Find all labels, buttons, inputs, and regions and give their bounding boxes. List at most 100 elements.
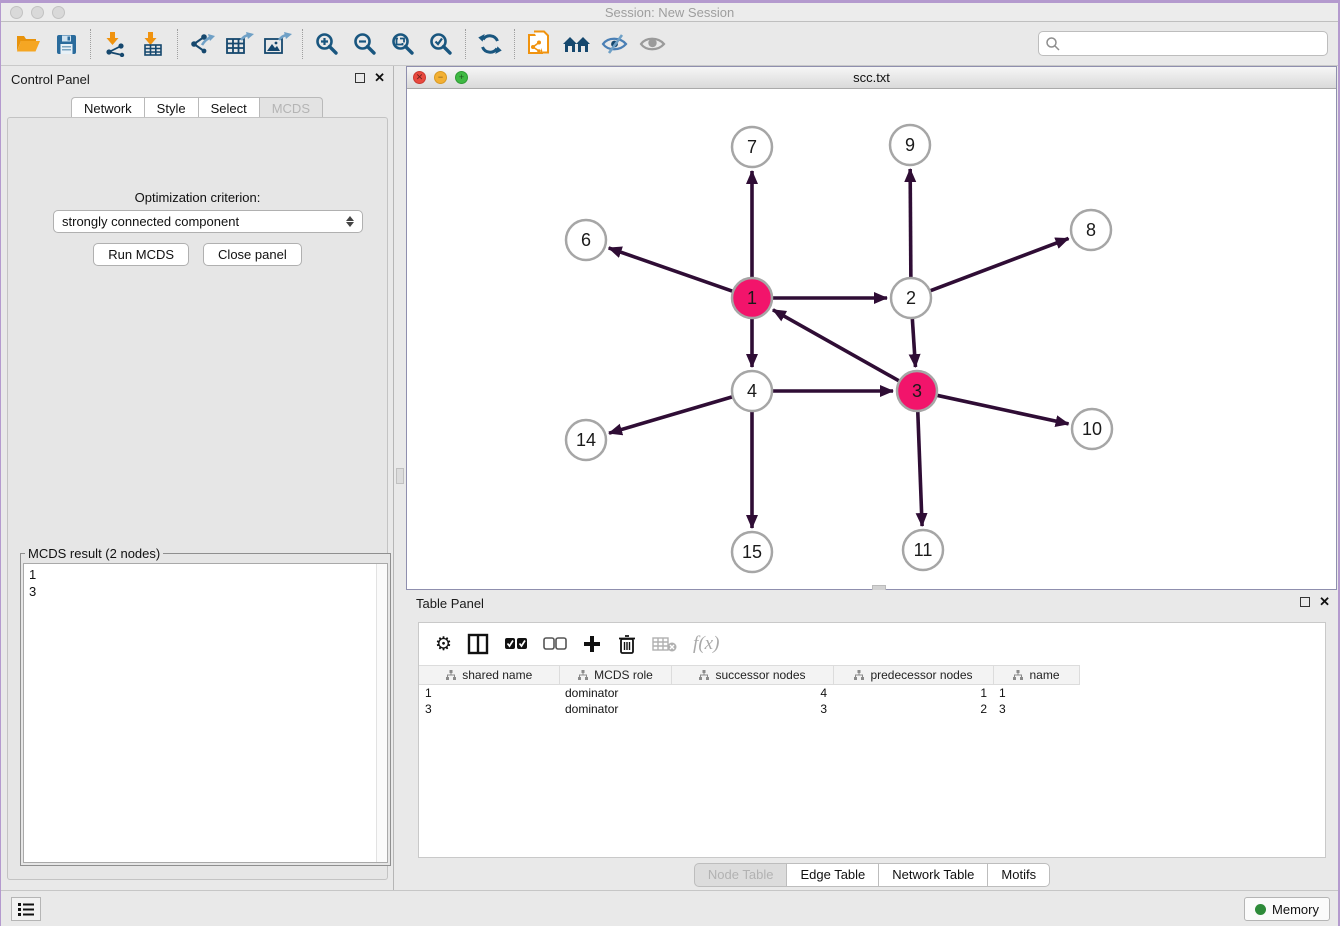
import-table-icon bbox=[140, 31, 166, 57]
splitter-grip[interactable] bbox=[396, 468, 404, 484]
node-2[interactable]: 2 bbox=[891, 278, 931, 318]
column-header-predecessor-nodes[interactable]: predecessor nodes bbox=[833, 666, 993, 685]
table-panel: Table Panel ✕ ⚙ bbox=[406, 590, 1338, 890]
node-14[interactable]: 14 bbox=[566, 420, 606, 460]
network-view-window: ✕ − + scc.txt 7 9 6 8 1 2 4 3 14 10 15 11 bbox=[406, 66, 1337, 590]
search-field[interactable] bbox=[1038, 31, 1328, 56]
unchecked-boxes-icon bbox=[543, 637, 567, 651]
node-6[interactable]: 6 bbox=[566, 220, 606, 260]
node-3[interactable]: 3 bbox=[897, 371, 937, 411]
table-tab-network-table[interactable]: Network Table bbox=[878, 863, 987, 887]
open-session-button[interactable] bbox=[9, 28, 47, 60]
svg-text:11: 11 bbox=[914, 540, 933, 560]
column-header-successor-nodes[interactable]: successor nodes bbox=[671, 666, 833, 685]
result-scrollbar[interactable] bbox=[376, 564, 387, 862]
svg-text:6: 6 bbox=[581, 230, 591, 250]
edge-3-10[interactable] bbox=[935, 395, 1069, 424]
node-7[interactable]: 7 bbox=[732, 127, 772, 167]
network-window-titlebar[interactable]: ✕ − + scc.txt bbox=[407, 67, 1336, 89]
zoom-in-button[interactable] bbox=[308, 28, 346, 60]
application-window: Session: New Session bbox=[1, 3, 1338, 926]
table-cell[interactable]: dominator bbox=[559, 685, 671, 701]
column-header-shared-name[interactable]: shared name bbox=[419, 666, 559, 685]
delete-table-button[interactable] bbox=[652, 635, 678, 653]
edge-2-9[interactable] bbox=[910, 169, 911, 280]
close-panel-icon[interactable]: ✕ bbox=[1319, 597, 1330, 607]
delete-column-button[interactable] bbox=[617, 633, 637, 655]
node-8[interactable]: 8 bbox=[1071, 210, 1111, 250]
export-network-button[interactable] bbox=[183, 28, 221, 60]
column-header-MCDS-role[interactable]: MCDS role bbox=[559, 666, 671, 685]
table-cell[interactable]: 1 bbox=[419, 685, 559, 701]
table-cell[interactable]: 1 bbox=[993, 685, 1079, 701]
save-session-button[interactable] bbox=[47, 28, 85, 60]
task-history-button[interactable] bbox=[11, 897, 41, 921]
add-column-button[interactable] bbox=[582, 634, 602, 654]
edge-3-1[interactable] bbox=[773, 310, 901, 382]
edge-2-3[interactable] bbox=[912, 316, 915, 367]
svg-text:7: 7 bbox=[747, 137, 757, 157]
network-canvas[interactable]: 7 9 6 8 1 2 4 3 14 10 15 11 bbox=[407, 89, 1336, 589]
table-row[interactable]: 3dominator323 bbox=[419, 701, 1325, 717]
table-panel-tabs: Node TableEdge TableNetwork TableMotifs bbox=[406, 863, 1338, 887]
search-input[interactable] bbox=[1061, 34, 1327, 54]
edge-1-6[interactable] bbox=[609, 248, 735, 292]
node-15[interactable]: 15 bbox=[732, 532, 772, 572]
close-panel-button[interactable]: Close panel bbox=[203, 243, 302, 266]
network-graph[interactable]: 7 9 6 8 1 2 4 3 14 10 15 11 bbox=[407, 89, 1336, 589]
table-cell[interactable]: 3 bbox=[993, 701, 1079, 717]
export-image-button[interactable] bbox=[259, 28, 297, 60]
table-cell[interactable]: 2 bbox=[833, 701, 993, 717]
mcds-result-text[interactable]: 1 3 bbox=[23, 563, 388, 863]
import-table-button[interactable] bbox=[134, 28, 172, 60]
first-neighbors-button[interactable] bbox=[558, 28, 596, 60]
toolbar-separator bbox=[514, 29, 515, 59]
columns-icon bbox=[467, 633, 489, 655]
hide-selected-button[interactable] bbox=[596, 28, 634, 60]
table-tab-node-table[interactable]: Node Table bbox=[694, 863, 787, 887]
table-toolbar: ⚙ f(x) bbox=[419, 623, 1325, 665]
run-mcds-button[interactable]: Run MCDS bbox=[93, 243, 189, 266]
edge-4-14[interactable] bbox=[609, 396, 735, 433]
status-bar: Memory bbox=[1, 890, 1338, 926]
node-9[interactable]: 9 bbox=[890, 125, 930, 165]
table-cell[interactable]: 3 bbox=[671, 701, 833, 717]
select-all-button[interactable] bbox=[504, 637, 528, 651]
table-cell[interactable]: 1 bbox=[833, 685, 993, 701]
edge-3-11[interactable] bbox=[918, 409, 922, 526]
float-panel-icon[interactable] bbox=[1300, 597, 1310, 607]
optimization-select[interactable]: strongly connected component bbox=[53, 210, 363, 233]
export-table-button[interactable] bbox=[221, 28, 259, 60]
table-tab-motifs[interactable]: Motifs bbox=[987, 863, 1050, 887]
zoom-selected-button[interactable] bbox=[422, 28, 460, 60]
show-all-button[interactable] bbox=[634, 28, 672, 60]
import-network-button[interactable] bbox=[96, 28, 134, 60]
zoom-out-button[interactable] bbox=[346, 28, 384, 60]
table-row[interactable]: 1dominator411 bbox=[419, 685, 1325, 701]
refresh-button[interactable] bbox=[471, 28, 509, 60]
function-builder-button[interactable]: f(x) bbox=[693, 633, 719, 655]
node-1[interactable]: 1 bbox=[732, 278, 772, 318]
float-panel-icon[interactable] bbox=[355, 73, 365, 83]
deselect-all-button[interactable] bbox=[543, 637, 567, 651]
show-columns-button[interactable] bbox=[467, 633, 489, 655]
column-header-name[interactable]: name bbox=[993, 666, 1079, 685]
table-cell[interactable]: 3 bbox=[419, 701, 559, 717]
svg-text:2: 2 bbox=[906, 288, 916, 308]
close-panel-icon[interactable]: ✕ bbox=[374, 73, 385, 83]
memory-button[interactable]: Memory bbox=[1244, 897, 1330, 921]
edge-2-8[interactable] bbox=[928, 238, 1069, 291]
node-11[interactable]: 11 bbox=[903, 530, 943, 570]
zoom-fit-button[interactable] bbox=[384, 28, 422, 60]
table-cell[interactable]: dominator bbox=[559, 701, 671, 717]
table-settings-button[interactable]: ⚙ bbox=[435, 633, 452, 656]
svg-text:15: 15 bbox=[742, 542, 762, 562]
table-cell[interactable]: 4 bbox=[671, 685, 833, 701]
node-4[interactable]: 4 bbox=[732, 371, 772, 411]
column-type-icon bbox=[1012, 669, 1024, 681]
panel-splitter[interactable] bbox=[395, 66, 406, 890]
node-10[interactable]: 10 bbox=[1072, 409, 1112, 449]
clone-network-button[interactable] bbox=[520, 28, 558, 60]
table-tab-edge-table[interactable]: Edge Table bbox=[786, 863, 878, 887]
column-type-icon bbox=[577, 669, 589, 681]
